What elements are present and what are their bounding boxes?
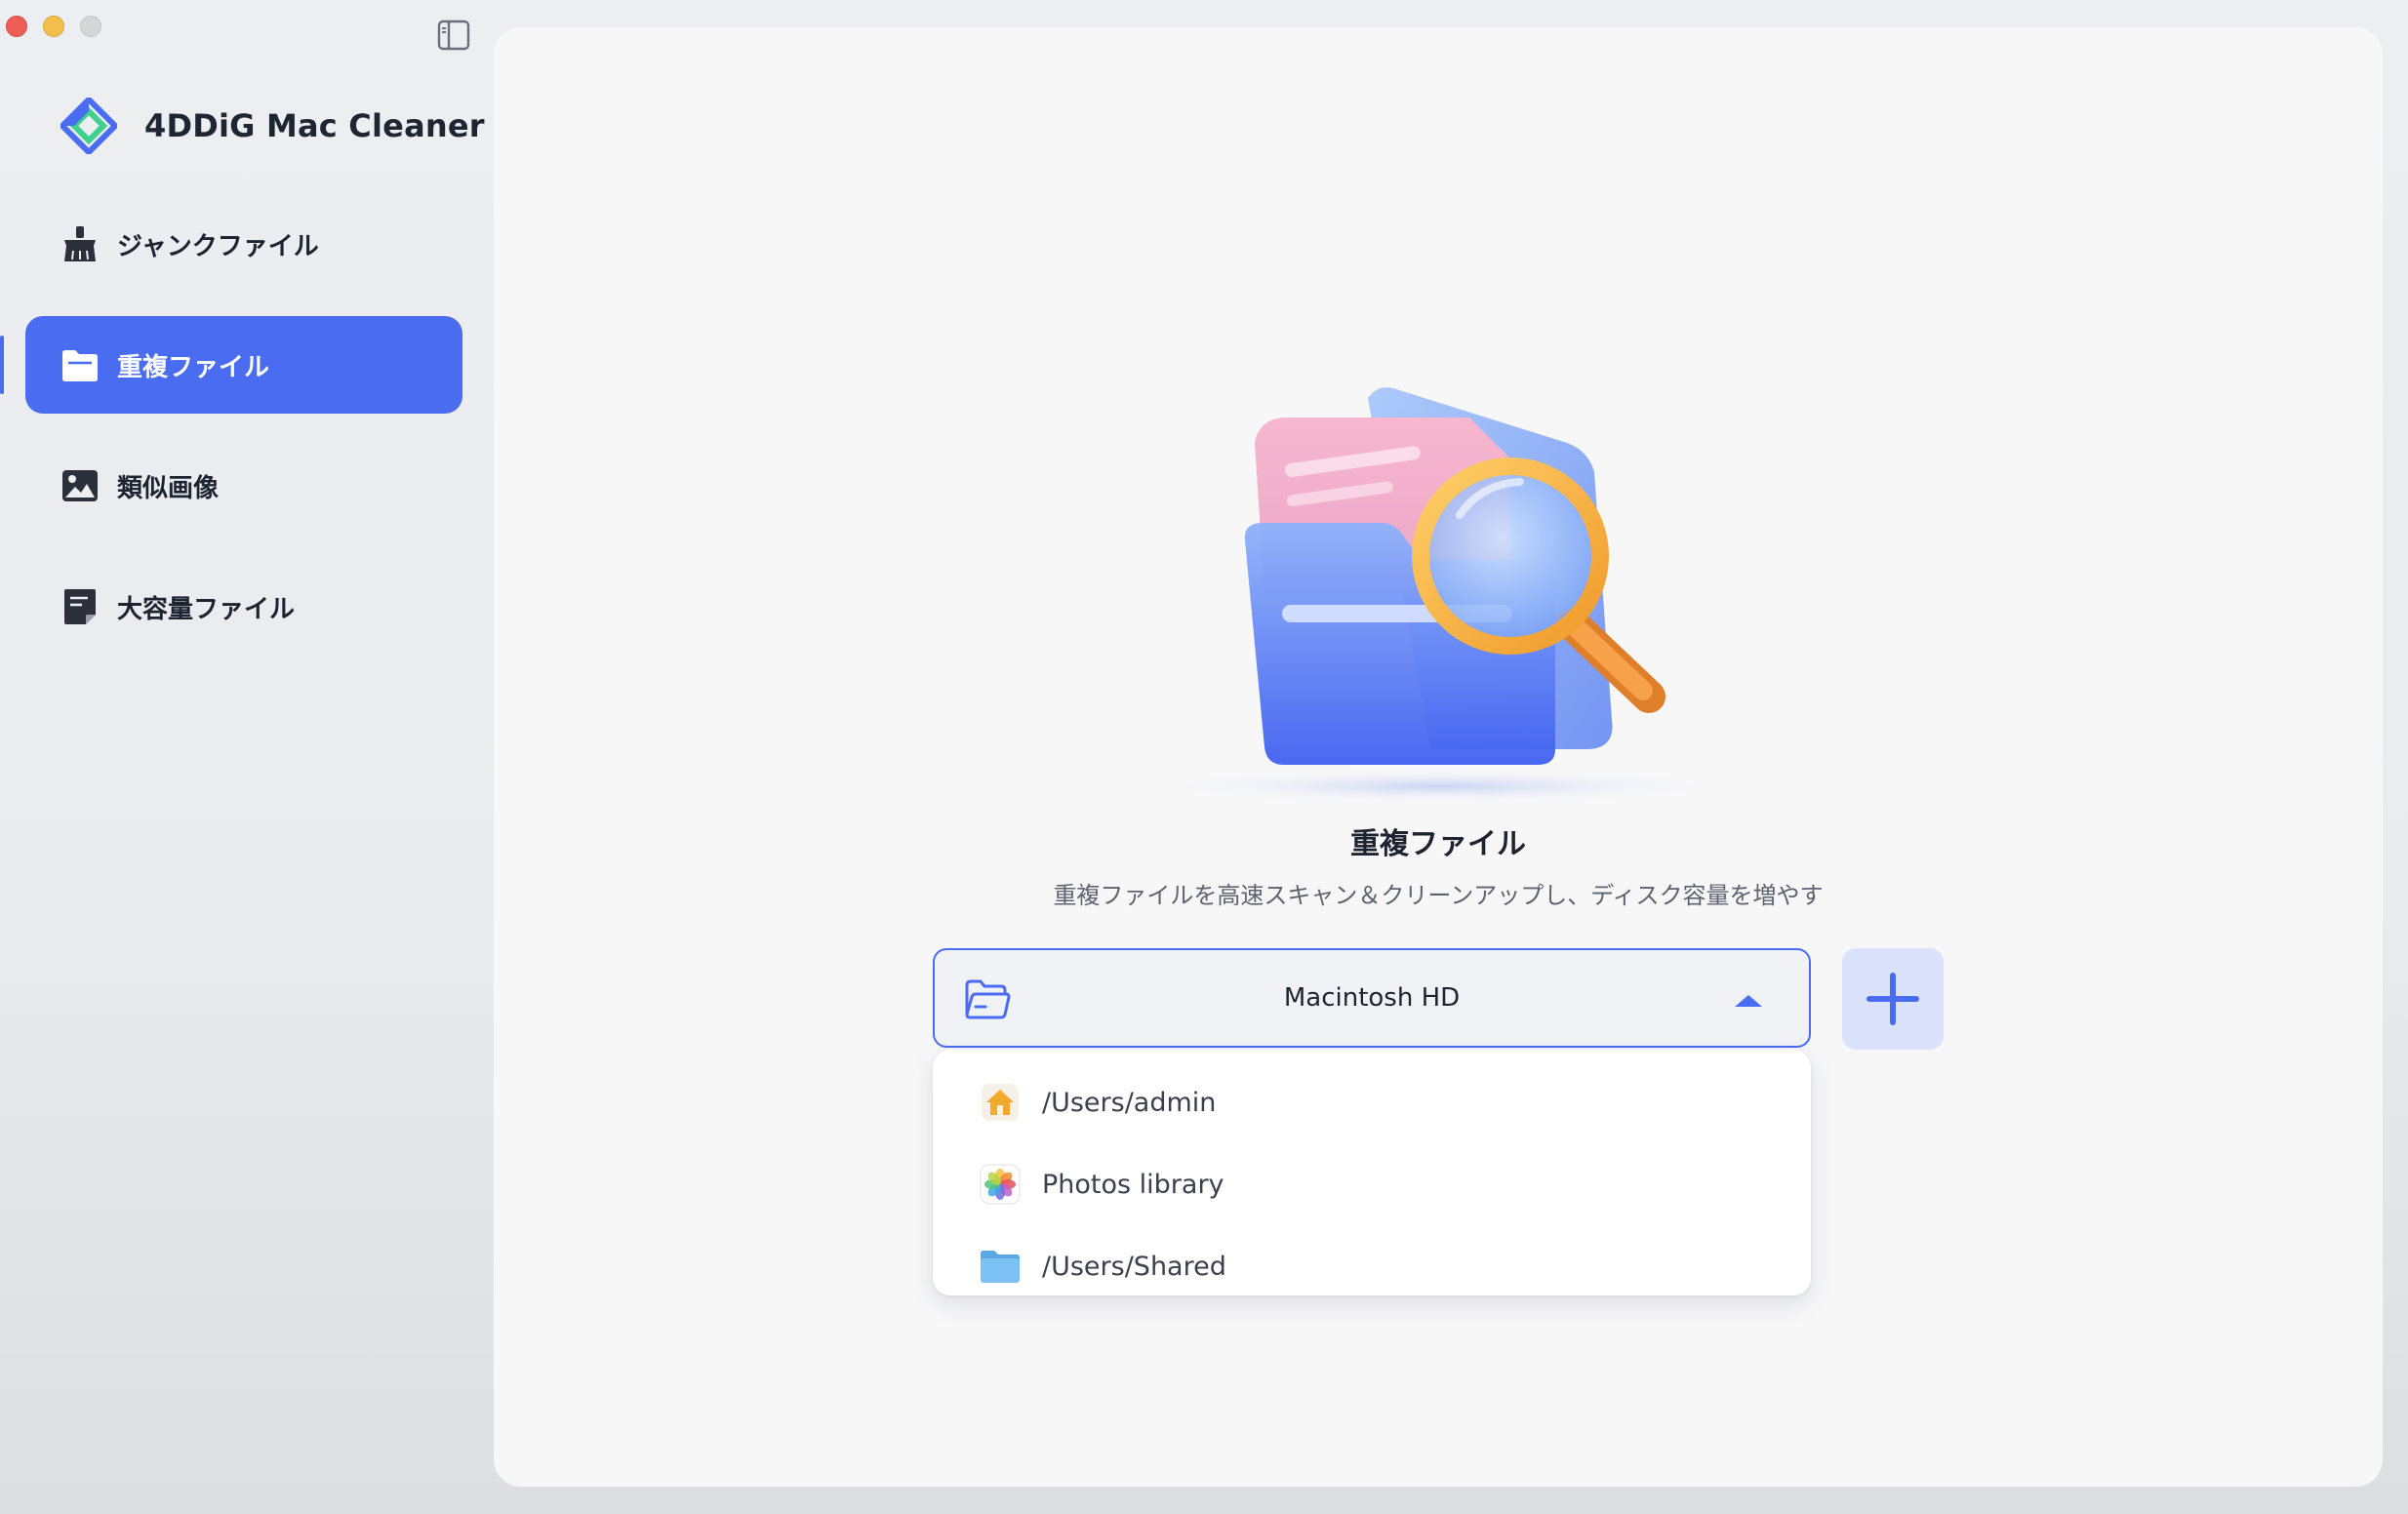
sidebar-toggle-icon[interactable] — [437, 20, 470, 51]
folder-outline-icon — [965, 979, 1011, 1019]
location-select[interactable]: Macintosh HD — [933, 948, 1811, 1048]
photos-icon — [980, 1164, 1021, 1205]
zoom-window-button[interactable] — [80, 16, 101, 37]
sidebar-nav: ジャンクファイル 重複ファイル 類似画像 大容量ファイル — [25, 195, 462, 679]
blue-folder-icon — [980, 1246, 1021, 1287]
location-option-photos-library[interactable]: Photos library — [933, 1143, 1811, 1225]
main-panel: 重複ファイル 重複ファイルを高速スキャン＆クリーンアップし、ディスク容量を増やす… — [494, 27, 2383, 1487]
sidebar-item-similar-images[interactable]: 類似画像 — [25, 437, 462, 535]
document-icon — [60, 587, 100, 626]
location-option-users-shared[interactable]: /Users/Shared — [933, 1225, 1811, 1307]
page-subtitle: 重複ファイルを高速スキャン＆クリーンアップし、ディスク容量を増やす — [1053, 882, 1824, 909]
caret-up-icon — [1735, 995, 1762, 1007]
broom-icon — [60, 224, 100, 263]
active-nav-marker — [0, 336, 4, 394]
location-dropdown-menu: /Users/admin Photos library /Users/Share… — [933, 1050, 1811, 1295]
app-name: 4DDiG Mac Cleaner — [144, 107, 485, 144]
sidebar-item-label: ジャンクファイル — [117, 231, 319, 261]
sidebar-item-label: 重複ファイル — [117, 352, 270, 382]
location-select-value: Macintosh HD — [1283, 983, 1461, 1013]
location-option-label: /Users/Shared — [1042, 1251, 1226, 1282]
minimize-window-button[interactable] — [43, 16, 64, 37]
app-window: 4DDiG Mac Cleaner ジャンクファイル 重複ファイル 類似画像 大… — [0, 0, 2408, 1514]
sidebar-item-label: 大容量ファイル — [117, 594, 296, 624]
home-folder-icon — [980, 1082, 1021, 1123]
location-option-label: Photos library — [1042, 1169, 1224, 1200]
location-option-label: /Users/admin — [1042, 1087, 1217, 1118]
sidebar-item-large-files[interactable]: 大容量ファイル — [25, 558, 462, 656]
duplicate-files-illustration — [1157, 387, 1723, 804]
sidebar-item-duplicate-files[interactable]: 重複ファイル — [25, 316, 462, 414]
location-option-users-admin[interactable]: /Users/admin — [933, 1061, 1811, 1143]
close-window-button[interactable] — [6, 16, 27, 37]
page-title: 重複ファイル — [1350, 827, 1526, 861]
image-icon — [60, 466, 100, 505]
brand: 4DDiG Mac Cleaner — [60, 98, 485, 154]
add-location-button[interactable] — [1842, 948, 1944, 1050]
folder-icon — [60, 345, 100, 384]
window-controls — [6, 16, 101, 37]
sidebar-item-label: 類似画像 — [117, 473, 220, 503]
sidebar-item-junk-files[interactable]: ジャンクファイル — [25, 195, 462, 293]
app-logo-icon — [60, 98, 117, 154]
plus-icon — [1866, 973, 1919, 1025]
